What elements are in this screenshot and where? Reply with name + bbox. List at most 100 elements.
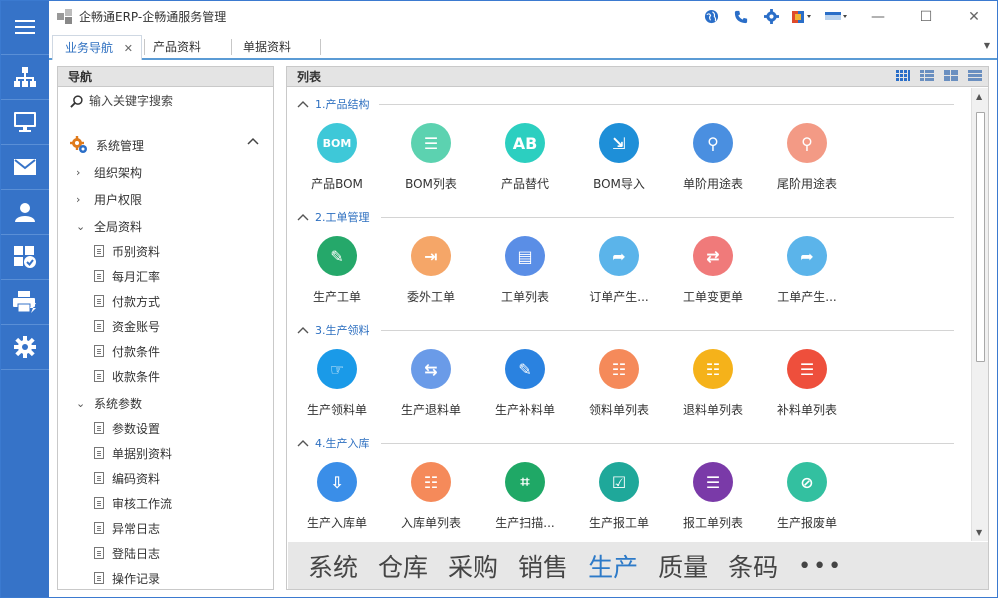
tile-outsource[interactable]: ⇥ 委外工单 xyxy=(384,236,478,305)
settings-icon[interactable] xyxy=(756,0,786,33)
tile-exchange[interactable]: ⇄ 工单变更单 xyxy=(666,236,760,305)
tree-leaf-coding[interactable]: 编码资料 xyxy=(94,468,160,488)
tile-bom[interactable]: BOM 产品BOM xyxy=(290,123,384,192)
tile-supplement[interactable]: ✎ 生产补料单 xyxy=(478,349,572,418)
tile-share-arrow[interactable]: ➦ 工单产生... xyxy=(760,236,854,305)
tree-item-global-data[interactable]: ⌄ 全局资料 xyxy=(76,216,142,236)
scrap-icon: ⊘ xyxy=(787,462,827,502)
expand-chevron-right-icon[interactable]: › xyxy=(76,193,86,206)
tree-leaf-operation-log[interactable]: 操作记录 xyxy=(94,568,160,588)
module-quality[interactable]: 质量 xyxy=(658,548,708,584)
user-icon[interactable] xyxy=(0,190,49,235)
tile-tail-usage[interactable]: ⚲ 尾阶用途表 xyxy=(760,123,854,192)
tree-item-user-permissions[interactable]: › 用户权限 xyxy=(76,189,142,209)
module-warehouse[interactable]: 仓库 xyxy=(378,548,428,584)
globe-icon[interactable] xyxy=(696,0,726,33)
monitor-icon[interactable] xyxy=(0,100,49,145)
tile-return-list[interactable]: ☷ 退料单列表 xyxy=(666,349,760,418)
section-collapse-chevron-icon[interactable] xyxy=(297,100,309,108)
tile-label: 生产入库单 xyxy=(306,516,367,530)
tab-close-icon[interactable]: ✕ xyxy=(124,36,133,61)
tile-scrap[interactable]: ⊘ 生产报废单 xyxy=(760,462,854,531)
close-button[interactable]: ✕ xyxy=(950,0,998,33)
module-purchase[interactable]: 采购 xyxy=(448,548,498,584)
tile-import[interactable]: ⇲ BOM导入 xyxy=(572,123,666,192)
section-collapse-chevron-icon[interactable] xyxy=(297,439,309,447)
tree-leaf-receipt-terms[interactable]: 收款条件 xyxy=(94,366,160,386)
tree-root-system-management[interactable]: 系统管理 xyxy=(70,135,265,155)
tile-order-list[interactable]: ▤ 工单列表 xyxy=(478,236,572,305)
tree-leaf-monthly-rate[interactable]: 每月汇率 xyxy=(94,266,160,286)
tree-leaf-doc-type[interactable]: 单据别资料 xyxy=(94,443,172,463)
tree-leaf-fund-account[interactable]: 资金账号 xyxy=(94,316,160,336)
printer-icon[interactable] xyxy=(0,280,49,325)
skin-dropdown-icon[interactable] xyxy=(786,0,820,33)
collapse-chevron-down-icon[interactable]: ⌄ xyxy=(76,220,86,233)
module-production[interactable]: 生产 xyxy=(588,548,638,584)
section-header[interactable]: 3.生产领料 xyxy=(297,322,370,338)
tile-work-order[interactable]: ✎ 生产工单 xyxy=(290,236,384,305)
window-title: 企畅通ERP-企畅通服务管理 xyxy=(79,10,227,24)
tree-leaf-payment-terms[interactable]: 付款条件 xyxy=(94,341,160,361)
tree-leaf-error-log[interactable]: 异常日志 xyxy=(94,518,160,538)
tile-return[interactable]: ⇆ 生产退料单 xyxy=(384,349,478,418)
maximize-button[interactable]: ☐ xyxy=(902,0,950,33)
tile-glyph: ➦ xyxy=(612,246,626,266)
more-modules-icon[interactable]: ••• xyxy=(798,554,843,579)
org-chart-icon[interactable] xyxy=(0,55,49,100)
collapse-chevron-up-icon[interactable] xyxy=(247,137,259,145)
nav-search-input[interactable] xyxy=(89,94,259,108)
module-sales[interactable]: 销售 xyxy=(518,548,568,584)
tile-single-usage[interactable]: ⚲ 单阶用途表 xyxy=(666,123,760,192)
apps-check-icon[interactable] xyxy=(0,235,49,280)
tile-glyph: ⇲ xyxy=(612,133,626,153)
module-barcode[interactable]: 条码 xyxy=(728,548,778,584)
tree-leaf-label: 编码资料 xyxy=(112,471,161,486)
tile-pick-list[interactable]: ☷ 领料单列表 xyxy=(572,349,666,418)
tree-leaf-currency[interactable]: 币别资料 xyxy=(94,241,160,261)
phone-icon[interactable] xyxy=(726,0,756,33)
tab-product-data[interactable]: 产品资料 xyxy=(141,35,229,60)
section-header[interactable]: 2.工单管理 xyxy=(297,209,370,225)
section-collapse-chevron-icon[interactable] xyxy=(297,213,309,221)
gear-icon[interactable] xyxy=(0,325,49,370)
scrollbar-thumb[interactable] xyxy=(976,112,985,362)
tile-inbound-list[interactable]: ☷ 入库单列表 xyxy=(384,462,478,531)
tile-inbound[interactable]: ⇩ 生产入库单 xyxy=(290,462,384,531)
section-header[interactable]: 4.生产入库 xyxy=(297,435,370,451)
expand-chevron-right-icon[interactable]: › xyxy=(76,166,86,179)
tile-report-list[interactable]: ☰ 报工单列表 xyxy=(666,462,760,531)
tree-item-system-params[interactable]: ⌄ 系统参数 xyxy=(76,393,142,413)
collapse-chevron-down-icon[interactable]: ⌄ xyxy=(76,397,86,410)
tile-supplement-list[interactable]: ☰ 补料单列表 xyxy=(760,349,854,418)
language-dropdown-icon[interactable] xyxy=(820,0,854,33)
tree-leaf-login-log[interactable]: 登陆日志 xyxy=(94,543,160,563)
tile-share-arrow[interactable]: ➦ 订单产生... xyxy=(572,236,666,305)
menu-icon[interactable] xyxy=(0,0,49,55)
vertical-scrollbar[interactable]: ▲ ▼ xyxy=(971,88,988,541)
tree-leaf-param-settings[interactable]: 参数设置 xyxy=(94,418,160,438)
tab-business-nav[interactable]: 业务导航 ✕ xyxy=(52,35,142,60)
tab-overflow-chevron-icon[interactable]: ▼ xyxy=(984,41,990,50)
module-system[interactable]: 系统 xyxy=(308,548,358,584)
section-collapse-chevron-icon[interactable] xyxy=(297,326,309,334)
large-grid-view-icon[interactable] xyxy=(896,70,910,82)
tile-report[interactable]: ☑ 生产报工单 xyxy=(572,462,666,531)
inbound-list-icon: ☷ xyxy=(411,462,451,502)
list-view-icon[interactable] xyxy=(968,70,982,82)
tile-view-icon[interactable] xyxy=(944,70,958,82)
tab-document-data[interactable]: 单据资料 xyxy=(231,35,319,60)
tile-substitute[interactable]: AB 产品替代 xyxy=(478,123,572,192)
section-header[interactable]: 1.产品结构 xyxy=(297,96,370,112)
mail-icon[interactable] xyxy=(0,145,49,190)
tile-scan[interactable]: ⌗ 生产扫描... xyxy=(478,462,572,531)
small-grid-view-icon[interactable] xyxy=(920,70,934,82)
tile-bom-list[interactable]: ☰ BOM列表 xyxy=(384,123,478,192)
tree-leaf-approval-workflow[interactable]: 审核工作流 xyxy=(94,493,172,513)
tree-item-org[interactable]: › 组织架构 xyxy=(76,162,142,182)
minimize-button[interactable]: — xyxy=(854,0,902,33)
tile-pick[interactable]: ☞ 生产领料单 xyxy=(290,349,384,418)
scroll-down-arrow-icon[interactable]: ▼ xyxy=(976,528,982,537)
scroll-up-arrow-icon[interactable]: ▲ xyxy=(976,92,982,101)
tree-leaf-payment-method[interactable]: 付款方式 xyxy=(94,291,160,311)
